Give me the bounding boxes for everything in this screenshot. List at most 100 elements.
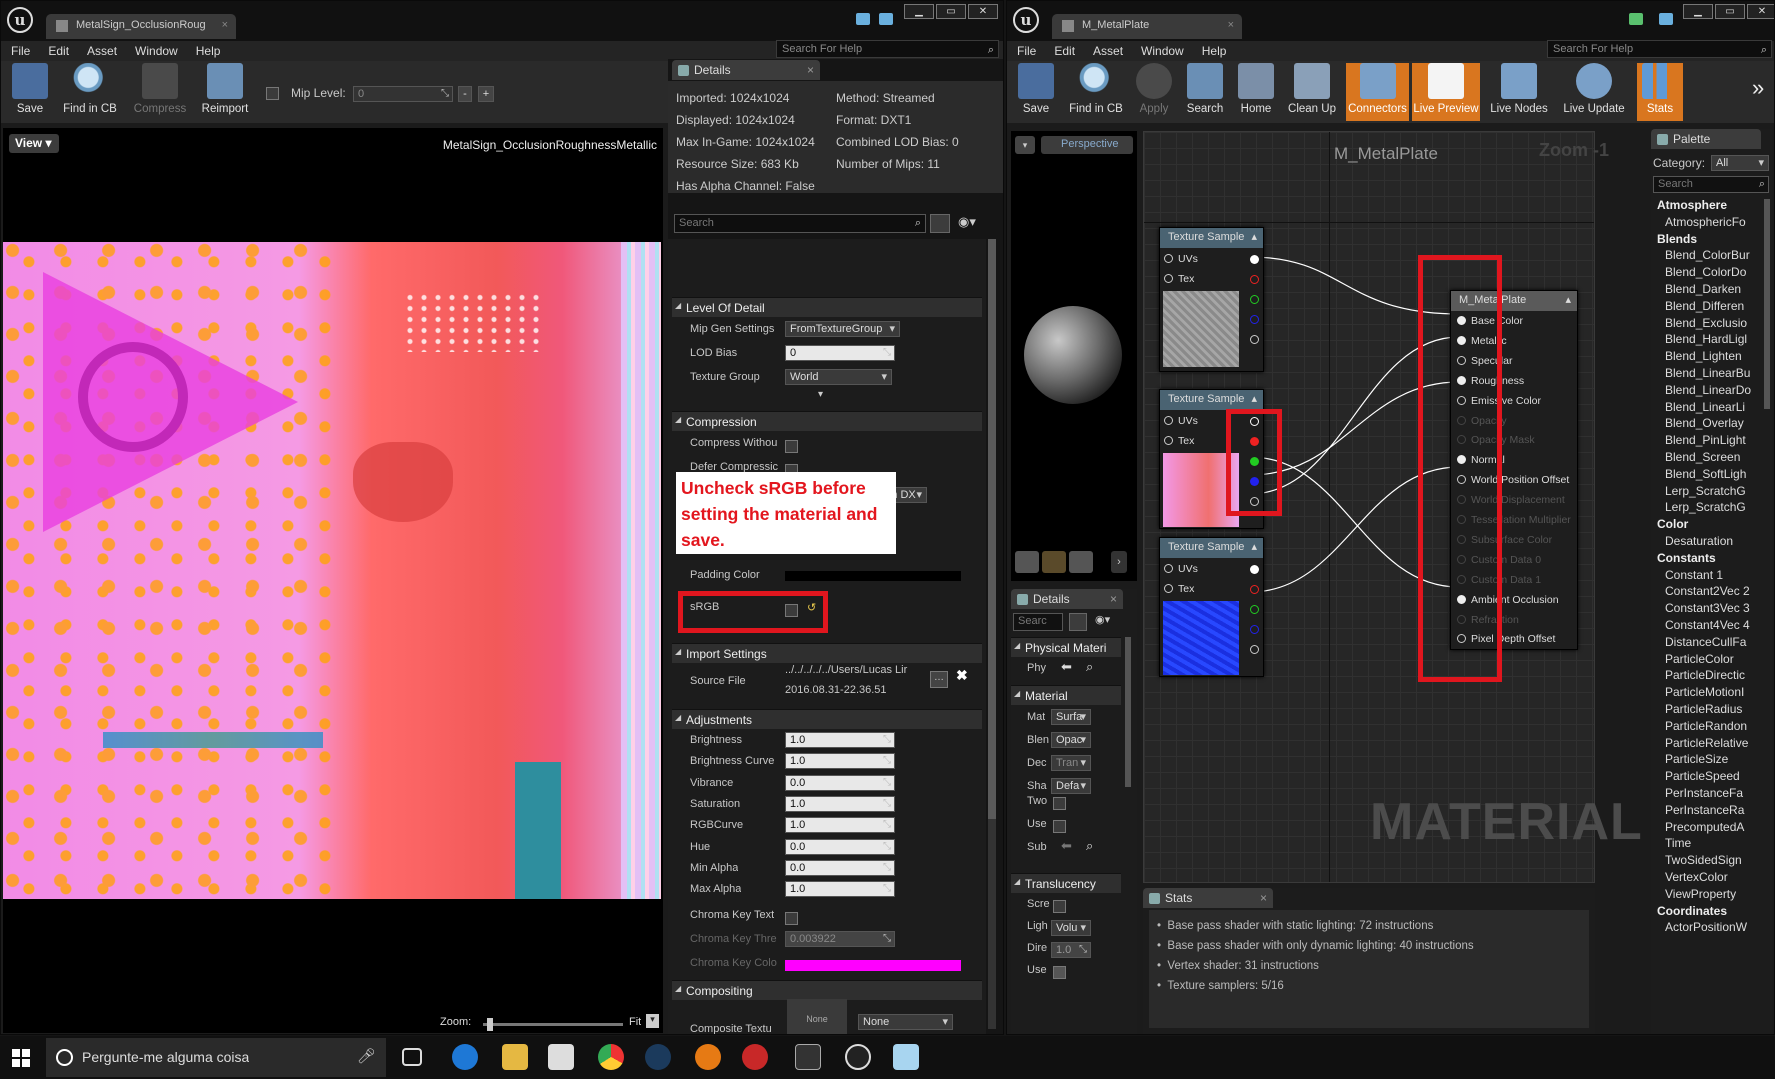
notes-app-icon[interactable]: [893, 1044, 919, 1070]
toolbar-overflow-icon[interactable]: »: [1752, 75, 1764, 101]
adjustment-field[interactable]: 1.0: [785, 817, 895, 834]
live-preview-button[interactable]: Live Preview: [1412, 63, 1480, 121]
browse-magnifier-icon[interactable]: ⌕: [1086, 838, 1093, 854]
clear-source-icon[interactable]: ✖: [956, 667, 968, 684]
live-update-button[interactable]: Live Update: [1558, 63, 1630, 121]
category-dropdown[interactable]: All: [1711, 155, 1769, 171]
screen-space-checkbox[interactable]: [1053, 900, 1066, 913]
mip-level-field[interactable]: 0: [353, 86, 453, 102]
palette-item[interactable]: Blend_Darken: [1665, 282, 1741, 296]
material-doc-tab[interactable]: M_MetalPlate ×: [1052, 14, 1242, 39]
palette-item[interactable]: Blend_Differen: [1665, 299, 1744, 313]
lod-bias-field[interactable]: 0: [785, 345, 895, 361]
section-compression[interactable]: Compression: [672, 411, 982, 431]
live-nodes-button[interactable]: Live Nodes: [1486, 63, 1552, 121]
material-details-search[interactable]: Searc: [1013, 613, 1063, 631]
connectors-button[interactable]: Connectors: [1346, 63, 1409, 121]
more-preview-button[interactable]: ›: [1111, 551, 1127, 573]
palette-category[interactable]: Blends: [1657, 232, 1697, 246]
minimize-button[interactable]: ▁: [1683, 4, 1713, 19]
close-tab-icon[interactable]: ×: [1228, 19, 1234, 31]
padding-color-swatch[interactable]: [785, 571, 961, 581]
property-matrix-icon[interactable]: [1069, 613, 1087, 631]
adjustment-field[interactable]: 0.0: [785, 859, 895, 876]
two-sided-checkbox[interactable]: [1053, 797, 1066, 810]
palette-item[interactable]: ActorPositionW: [1665, 920, 1747, 934]
unreal-editor-icon[interactable]: [845, 1044, 871, 1070]
section-adjustments[interactable]: Adjustments: [672, 709, 982, 729]
b-output-pin[interactable]: [1250, 625, 1259, 634]
a-output-pin[interactable]: [1250, 335, 1259, 344]
palette-item[interactable]: Blend_LinearBu: [1665, 366, 1750, 380]
browse-button[interactable]: …: [930, 671, 948, 688]
cylinder-preview-button[interactable]: [1015, 551, 1039, 573]
use-translucency-checkbox[interactable]: [1053, 966, 1066, 979]
lighting-mode-dropdown[interactable]: Volu: [1051, 920, 1091, 936]
property-matrix-icon[interactable]: [930, 214, 950, 233]
palette-item[interactable]: ViewProperty: [1665, 887, 1736, 901]
zoom-slider[interactable]: [483, 1018, 623, 1031]
adjustment-field[interactable]: 0.0: [785, 838, 895, 855]
g-output-pin[interactable]: [1250, 605, 1259, 614]
section-compositing[interactable]: Compositing: [672, 980, 982, 1000]
use-checkbox[interactable]: [1053, 820, 1066, 833]
chrome-icon[interactable]: [598, 1044, 624, 1070]
menu-edit[interactable]: Edit: [48, 41, 69, 61]
clean-up-button[interactable]: Clean Up: [1284, 63, 1340, 121]
menu-help[interactable]: Help: [196, 41, 221, 61]
palette-item[interactable]: PerInstanceRa: [1665, 803, 1744, 817]
menu-asset[interactable]: Asset: [1093, 41, 1123, 61]
zoom-dropdown-icon[interactable]: ▾: [646, 1014, 659, 1028]
steam-icon[interactable]: [645, 1044, 671, 1070]
material-prop-dropdown[interactable]: Opac: [1051, 732, 1091, 748]
menu-help[interactable]: Help: [1202, 41, 1227, 61]
mip-level-checkbox[interactable]: [266, 87, 279, 100]
details-scrollbar[interactable]: [988, 239, 996, 1029]
g-output-pin[interactable]: [1250, 295, 1259, 304]
composite-texture-dropdown[interactable]: None: [858, 1014, 953, 1030]
rgb-output-pin[interactable]: [1250, 565, 1259, 574]
task-view-icon[interactable]: [402, 1048, 422, 1066]
visibility-eye-icon[interactable]: ◉▾: [958, 214, 976, 230]
palette-item[interactable]: Blend_Exclusio: [1665, 316, 1747, 330]
close-details-icon[interactable]: ×: [807, 63, 814, 77]
palette-item[interactable]: ParticleRadius: [1665, 702, 1742, 716]
section-level-of-detail[interactable]: Level Of Detail: [672, 297, 982, 317]
palette-item[interactable]: Blend_ColorDo: [1665, 265, 1746, 279]
texture-doc-tab[interactable]: MetalSign_OcclusionRoug ×: [46, 14, 236, 39]
expand-advanced-icon[interactable]: ▾: [818, 389, 823, 400]
view-menu-button[interactable]: View ▾: [9, 134, 59, 153]
help-search-input[interactable]: Search For Help ⌕: [1547, 40, 1772, 58]
palette-item[interactable]: Constant 1: [1665, 568, 1723, 582]
apply-button[interactable]: Apply: [1134, 63, 1174, 121]
adjustment-field[interactable]: 1.0: [785, 881, 895, 898]
palette-category[interactable]: Coordinates: [1657, 904, 1727, 918]
scrollbar-thumb[interactable]: [988, 239, 996, 819]
texture-group-dropdown[interactable]: World: [785, 369, 892, 385]
palette-item[interactable]: Lerp_ScratchG: [1665, 484, 1746, 498]
chroma-key-color-swatch[interactable]: [785, 960, 961, 971]
material-details-tab[interactable]: Details ×: [1011, 589, 1123, 609]
section-material[interactable]: Material: [1011, 685, 1121, 705]
material-prop-dropdown[interactable]: Defa: [1051, 778, 1091, 794]
palette-item[interactable]: ParticleSize: [1665, 752, 1728, 766]
store-icon[interactable]: [548, 1044, 574, 1070]
palette-item[interactable]: ParticleRelative: [1665, 736, 1748, 750]
menu-window[interactable]: Window: [135, 41, 178, 61]
menu-window[interactable]: Window: [1141, 41, 1184, 61]
palette-item[interactable]: Blend_Lighten: [1665, 349, 1742, 363]
close-window-button[interactable]: ✕: [968, 4, 998, 19]
adjustment-field[interactable]: 0.0: [785, 774, 895, 791]
palette-item[interactable]: Lerp_ScratchG: [1665, 500, 1746, 514]
chroma-threshold-field[interactable]: 0.003922: [785, 931, 895, 947]
maximize-button[interactable]: ▭: [1715, 4, 1745, 19]
file-explorer-icon[interactable]: [502, 1044, 528, 1070]
palette-item[interactable]: AtmosphericFo: [1665, 215, 1746, 229]
palette-item[interactable]: Time: [1665, 836, 1691, 850]
palette-item[interactable]: Constant3Vec 3: [1665, 601, 1750, 615]
find-in-cb-button[interactable]: Find in CB: [59, 63, 121, 121]
material-details-scrollbar[interactable]: [1125, 637, 1131, 787]
palette-item[interactable]: Constant2Vec 2: [1665, 584, 1750, 598]
section-translucency[interactable]: Translucency: [1011, 873, 1121, 893]
mip-gen-dropdown[interactable]: FromTextureGroup: [785, 321, 900, 337]
